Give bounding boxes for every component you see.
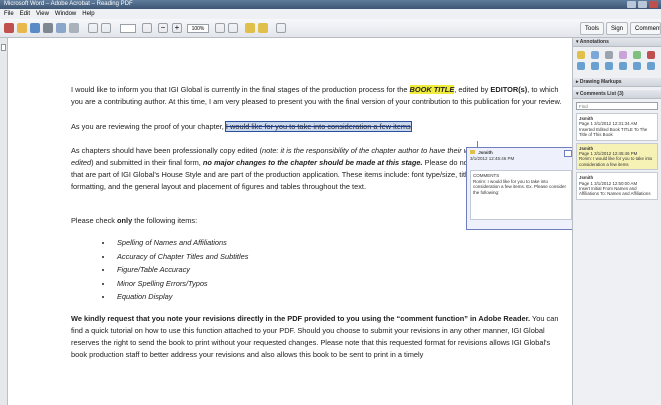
callout-icon[interactable] [647, 62, 655, 70]
list-item: Minor Spelling Errors/Typos [113, 277, 248, 291]
menu-edit[interactable]: Edit [20, 9, 30, 19]
text-run: I would like for you to take into consid… [224, 121, 412, 132]
text-box-icon[interactable] [633, 62, 641, 70]
strikethrough-icon[interactable] [605, 62, 613, 70]
drawing-markups-header[interactable]: ▸ Drawing Markups [573, 78, 661, 87]
paragraph-reviewing: As you are reviewing the proof of your c… [71, 121, 563, 133]
print-icon[interactable] [43, 23, 53, 33]
underline-icon[interactable] [619, 62, 627, 70]
annotations-header[interactable]: ▾ Annotations [573, 38, 661, 47]
comment-popup[interactable]: Jsmith 3/1/2012 12:45:46 PM Comments Ror… [466, 147, 576, 230]
comment-list-item[interactable]: Jsmith Page 1 3/1/2012 12:45:46 PM Rorim… [576, 142, 658, 171]
menu-help[interactable]: Help [82, 9, 94, 19]
sticky-note-icon[interactable] [577, 51, 585, 59]
comments-list-header[interactable]: ▾ Comments List (3) [573, 90, 661, 99]
popup-body[interactable]: Comments Rorim: I would like for you to … [470, 170, 572, 220]
text-run: ) and submitted in their final form, [91, 158, 203, 167]
hand-tool-icon[interactable] [142, 23, 152, 33]
comments-search-input[interactable]: Find [576, 102, 658, 110]
comment-list-item[interactable]: Jsmith Page 1 3/1/2012 12:31:34 AM Inser… [576, 113, 658, 141]
text-run: As chapters should have been professiona… [71, 146, 263, 155]
list-item: Accuracy of Chapter Titles and Subtitles [113, 250, 248, 264]
attach-file-icon[interactable] [633, 51, 641, 59]
text-run: only [117, 216, 133, 225]
paragraph-intro: I would like to inform you that IGI Glob… [71, 84, 563, 108]
next-page-icon[interactable] [101, 23, 111, 33]
zoom-out-icon[interactable]: − [158, 23, 168, 33]
text-run: , edited by [454, 85, 491, 94]
add-text-icon[interactable] [605, 51, 613, 59]
comment-list-item[interactable]: Jsmith Page 1 3/1/2012 12:50:00 AM Inser… [576, 172, 658, 200]
window-title: Microsoft Word – Adobe Acrobat – Reading… [4, 1, 133, 7]
expand-icon[interactable] [276, 23, 286, 33]
tools-pane-button[interactable]: Tools [580, 22, 605, 35]
list-item: Figure/Table Accuracy [113, 263, 248, 277]
stamp-icon[interactable] [619, 51, 627, 59]
text-run: Please check [71, 216, 118, 225]
fit-width-icon[interactable] [228, 23, 238, 33]
sticky-note-icon[interactable] [245, 23, 255, 33]
record-audio-icon[interactable] [647, 51, 655, 59]
text-run: no major changes to the chapter should b… [202, 158, 423, 167]
highlight-icon[interactable] [258, 23, 268, 33]
pages-thumbnail-icon[interactable] [1, 44, 6, 51]
email-icon[interactable] [56, 23, 66, 33]
popup-date: 3/1/2012 12:45:46 PM [470, 156, 515, 161]
insert-text-icon[interactable] [577, 62, 585, 70]
replace-text-icon[interactable] [591, 62, 599, 70]
menu-bar: File Edit View Window Help [0, 9, 661, 19]
popup-body-text: Rorim: I would like for you to take into… [473, 178, 567, 195]
highlight-text-icon[interactable] [591, 51, 599, 59]
maximize-button[interactable] [638, 1, 647, 8]
text-run: As you are reviewing the proof of your c… [71, 122, 226, 131]
previous-page-icon[interactable] [88, 23, 98, 33]
comment-pane-button[interactable]: Comment [630, 22, 661, 35]
menu-window[interactable]: Window [55, 9, 76, 19]
close-window-button[interactable] [649, 1, 658, 8]
navigation-pane [0, 38, 8, 405]
sign-pane-button[interactable]: Sign [606, 22, 629, 35]
text-run: We kindly request that you note your rev… [71, 314, 531, 323]
text-run: BOOK TITLE [409, 85, 455, 94]
save-icon[interactable] [30, 23, 40, 33]
text-run: EDITOR(s) [490, 85, 528, 94]
zoom-level-field[interactable]: 100% [187, 24, 209, 33]
text-run: I would like to inform you that IGI Glob… [71, 85, 410, 94]
checklist: Spelling of Names and Affiliations Accur… [103, 236, 248, 304]
zoom-in-icon[interactable]: + [172, 23, 182, 33]
toolbar: − + 100% Tools Sign Comment [0, 19, 661, 38]
comment-icon [470, 150, 475, 154]
popup-author: Jsmith [478, 150, 493, 155]
popup-close-button[interactable] [564, 150, 572, 157]
share-icon[interactable] [69, 23, 79, 33]
page-number-input[interactable] [120, 24, 136, 33]
minimize-button[interactable] [627, 1, 636, 8]
create-pdf-icon[interactable] [4, 23, 14, 33]
window-title-bar: Microsoft Word – Adobe Acrobat – Reading… [0, 0, 661, 9]
comment-panel: ▾ Annotations ▸ Drawing Markups ▾ Commen… [572, 38, 661, 405]
fit-page-icon[interactable] [215, 23, 225, 33]
menu-file[interactable]: File [4, 9, 14, 19]
list-item: Spelling of Names and Affiliations [113, 236, 248, 250]
annotation-tools [573, 47, 661, 74]
menu-view[interactable]: View [36, 9, 49, 19]
paragraph-revisions: We kindly request that you note your rev… [71, 313, 563, 361]
list-item: Equation Display [113, 290, 248, 304]
text-run: the following items: [132, 216, 198, 225]
open-folder-icon[interactable] [17, 23, 27, 33]
